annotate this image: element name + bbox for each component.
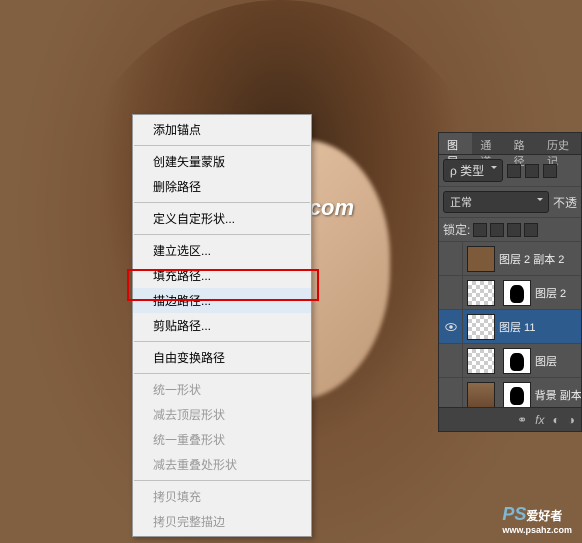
menu-copy-fill: 拷贝填充	[133, 484, 311, 509]
fx-icon[interactable]: fx	[535, 413, 544, 427]
tab-channels[interactable]: 通道	[472, 133, 505, 154]
tab-paths[interactable]: 路径	[506, 133, 539, 154]
watermark-text: 爱好者	[526, 509, 562, 523]
menu-subtract-overlap-shape: 减去重叠处形状	[133, 452, 311, 477]
layer-lock-row: 锁定:	[439, 218, 581, 242]
layer-name[interactable]: 背景 副本	[535, 387, 581, 403]
layer-thumbnail[interactable]	[467, 348, 495, 374]
eye-icon	[444, 320, 458, 334]
menu-separator	[134, 145, 310, 146]
layer-blend-toolbar: 正常 不透	[439, 187, 581, 218]
menu-add-anchor[interactable]: 添加锚点	[133, 117, 311, 142]
blend-mode-dropdown[interactable]: 正常	[443, 191, 549, 213]
lock-transparent-icon[interactable]	[473, 223, 487, 237]
layer-mask-thumbnail[interactable]	[503, 280, 531, 306]
watermark-logo: PS爱好者 www.psahz.com	[502, 504, 572, 535]
layers-panel: 图层 通道 路径 历史记 ρ 类型 正常 不透 锁定: 图层 2 副本 2 图层…	[438, 132, 582, 432]
menu-separator	[134, 341, 310, 342]
layer-row[interactable]: 图层	[439, 344, 581, 378]
menu-separator	[134, 480, 310, 481]
layer-row[interactable]: 图层 11	[439, 310, 581, 344]
layer-mask-thumbnail[interactable]	[503, 382, 531, 408]
menu-delete-path[interactable]: 删除路径	[133, 174, 311, 199]
menu-free-transform-path[interactable]: 自由变换路径	[133, 345, 311, 370]
visibility-toggle[interactable]	[439, 310, 463, 344]
layer-thumbnail[interactable]	[467, 382, 495, 408]
lock-position-icon[interactable]	[507, 223, 521, 237]
path-context-menu: 添加锚点 创建矢量蒙版 删除路径 定义自定形状... 建立选区... 填充路径.…	[132, 114, 312, 537]
watermark-url: www.psahz.com	[502, 525, 572, 535]
mask-icon[interactable]: ◐	[553, 413, 560, 427]
layer-name[interactable]: 图层 11	[499, 319, 535, 335]
layer-kind-label: ρ 类型	[450, 164, 484, 178]
layer-name[interactable]: 图层 2	[535, 285, 566, 301]
lock-image-icon[interactable]	[490, 223, 504, 237]
menu-clip-path[interactable]: 剪贴路径...	[133, 313, 311, 338]
visibility-toggle[interactable]	[439, 276, 463, 310]
layer-row[interactable]: 图层 2 副本 2	[439, 242, 581, 276]
layers-panel-bottom: ⚭ fx ◐ ◑	[439, 407, 581, 431]
menu-unify-shape: 统一形状	[133, 377, 311, 402]
tab-history[interactable]: 历史记	[539, 133, 581, 154]
menu-copy-full-stroke: 拷贝完整描边	[133, 509, 311, 534]
menu-define-custom-shape[interactable]: 定义自定形状...	[133, 206, 311, 231]
layer-thumbnail[interactable]	[467, 314, 495, 340]
filter-type-icon[interactable]	[543, 164, 557, 178]
menu-subtract-top-shape: 减去顶层形状	[133, 402, 311, 427]
menu-create-vector-mask[interactable]: 创建矢量蒙版	[133, 149, 311, 174]
link-layers-icon[interactable]: ⚭	[517, 413, 527, 427]
menu-separator	[134, 234, 310, 235]
lock-label: 锁定:	[443, 221, 470, 238]
layer-mask-thumbnail[interactable]	[503, 348, 531, 374]
panel-tabs: 图层 通道 路径 历史记	[439, 133, 581, 155]
filter-image-icon[interactable]	[507, 164, 521, 178]
adjustment-icon[interactable]: ◑	[568, 413, 575, 427]
layer-thumbnail[interactable]	[467, 280, 495, 306]
menu-stroke-path[interactable]: 描边路径...	[133, 288, 311, 313]
menu-unify-overlap-shape: 统一重叠形状	[133, 427, 311, 452]
layer-row[interactable]: 图层 2	[439, 276, 581, 310]
layers-list: 图层 2 副本 2 图层 2 图层 11 图层 背景 副本	[439, 242, 581, 412]
layer-filter-toolbar: ρ 类型	[439, 155, 581, 187]
layer-kind-dropdown[interactable]: ρ 类型	[443, 159, 503, 182]
opacity-label: 不透	[553, 194, 577, 211]
menu-make-selection[interactable]: 建立选区...	[133, 238, 311, 263]
menu-separator	[134, 373, 310, 374]
visibility-toggle[interactable]	[439, 242, 463, 276]
visibility-toggle[interactable]	[439, 344, 463, 378]
lock-all-icon[interactable]	[524, 223, 538, 237]
menu-fill-path[interactable]: 填充路径...	[133, 263, 311, 288]
filter-adjust-icon[interactable]	[525, 164, 539, 178]
layer-name[interactable]: 图层 2 副本 2	[499, 251, 564, 267]
layer-name[interactable]: 图层	[535, 353, 557, 369]
tab-layers[interactable]: 图层	[439, 133, 472, 154]
menu-separator	[134, 202, 310, 203]
watermark-ps: PS	[502, 504, 526, 524]
layer-thumbnail[interactable]	[467, 246, 495, 272]
